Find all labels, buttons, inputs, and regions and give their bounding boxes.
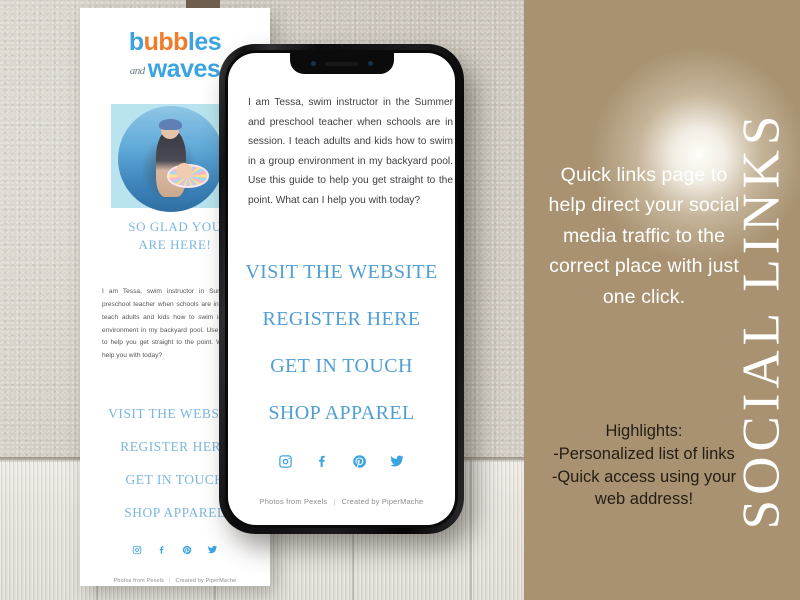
panel-highlight-item-2: -Quick access using your web address!	[551, 467, 737, 509]
panel-highlights-title: Highlights:	[605, 422, 683, 440]
phone-bezel: I am Tessa, swim instructor in the Summe…	[225, 50, 458, 528]
facebook-icon[interactable]	[157, 545, 167, 555]
phone-link-get-in-touch[interactable]: GET IN TOUCH	[228, 355, 455, 378]
phone-link-shop-apparel[interactable]: SHOP APPAREL	[228, 402, 455, 425]
logo-letter-b: b	[128, 28, 144, 56]
instagram-icon[interactable]	[132, 545, 142, 555]
phone-screen: I am Tessa, swim instructor in the Summe…	[228, 53, 455, 525]
panel-description-text: Quick links page to help direct your soc…	[548, 164, 740, 308]
panel-vertical-title-text: SOCIAL LINKS	[732, 110, 791, 530]
pinterest-icon[interactable]	[352, 454, 367, 469]
flyer-footer: Photos from Pexels | Created by PiperMache	[80, 578, 270, 584]
phone-mockup: I am Tessa, swim instructor in the Summe…	[219, 44, 464, 534]
flyer-portrait-photo	[118, 106, 224, 212]
twitter-icon[interactable]	[389, 453, 405, 469]
phone-footer-separator: |	[333, 497, 336, 506]
logo-waves: waves	[147, 55, 221, 83]
screenshot-canvas: bubbles and waves SO GLAD YOU ARE HERE! I…	[0, 0, 800, 600]
proximity-sensor-icon	[367, 61, 373, 66]
logo-letters-les: les	[187, 28, 222, 56]
description-panel: Quick links page to help direct your soc…	[524, 0, 800, 600]
phone-link-register-here[interactable]: REGISTER HERE	[228, 308, 455, 331]
panel-vertical-title: SOCIAL LINKS	[724, 0, 798, 600]
flyer-footer-author: Created by PiperMache	[175, 578, 237, 584]
pinterest-icon[interactable]	[182, 545, 192, 555]
instagram-icon[interactable]	[278, 454, 293, 469]
phone-social-row	[228, 453, 455, 469]
phone-footer-author: Created by PiperMache	[341, 497, 424, 506]
panel-highlight-item-1: -Personalized list of links	[553, 444, 735, 463]
panel-highlights: Highlights: -Personalized list of links …	[538, 420, 750, 511]
logo-letters-ubb: ubb	[143, 28, 189, 56]
twitter-icon[interactable]	[207, 544, 218, 555]
phone-link-list: VISIT THE WEBSITE REGISTER HERE GET IN T…	[228, 261, 455, 449]
phone-body-text: I am Tessa, swim instructor in the Summe…	[248, 97, 453, 206]
phone-footer-credit: Photos from Pexels	[259, 497, 328, 506]
phone-footer: Photos from Pexels | Created by PiperMache	[228, 497, 455, 506]
flyer-footer-separator: |	[168, 578, 171, 584]
earpiece-speaker-icon	[324, 61, 359, 66]
flyer-social-row	[80, 544, 270, 555]
phone-notch	[289, 53, 394, 74]
logo-and-script: and	[129, 65, 146, 77]
front-camera-icon	[310, 61, 316, 66]
facebook-icon[interactable]	[315, 454, 330, 469]
flyer-footer-credit: Photos from Pexels	[113, 578, 164, 584]
phone-link-visit-website[interactable]: VISIT THE WEBSITE	[228, 261, 455, 284]
